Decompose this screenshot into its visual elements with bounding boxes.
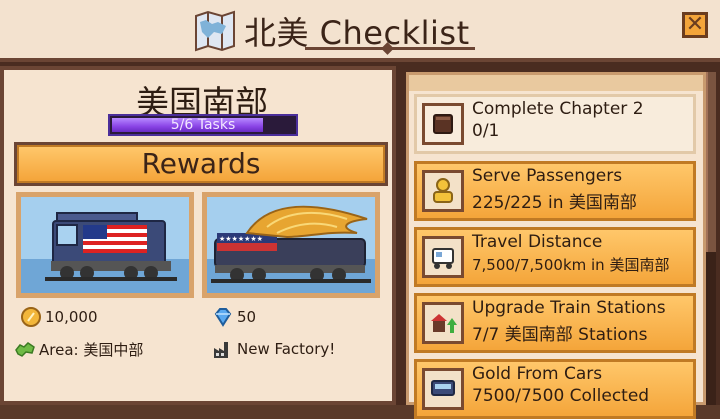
gold-amount: 10,000 — [45, 308, 98, 326]
gold-reward: 10,000 — [20, 306, 98, 328]
checklist-panel: Complete Chapter 2 0/1 Serve Passengers … — [400, 66, 720, 419]
checklist-item[interactable]: Complete Chapter 2 0/1 — [414, 94, 696, 154]
item-icon-box — [422, 103, 464, 145]
reward-card-train-1[interactable] — [16, 192, 194, 298]
item-title: Serve Passengers — [472, 166, 623, 186]
rewards-label: Rewards — [17, 145, 385, 183]
factory-label: New Factory! — [237, 340, 336, 358]
area-reward: Area: 美国中部 — [14, 338, 143, 360]
close-icon: ✕ — [685, 12, 705, 37]
factory-reward: New Factory! — [212, 338, 335, 360]
gold-car-icon — [431, 380, 455, 396]
station-upgrade-icon — [431, 314, 457, 333]
item-title: Gold From Cars — [472, 364, 603, 384]
region-reward-panel: 美国南部 5/6 Tasks Rewards ★★★★★★★ 10,000 50… — [0, 66, 396, 405]
svg-text:★★★★★★★: ★★★★★★★ — [219, 235, 263, 243]
item-icon-box — [422, 368, 464, 410]
checklist-list-header — [409, 75, 703, 91]
area-map-icon — [15, 342, 35, 357]
gem-reward: 50 — [212, 306, 256, 328]
checklist-item[interactable]: Travel Distance 7,500/7,500km in 美国南部 — [414, 227, 696, 287]
item-detail: 0/1 — [472, 121, 500, 141]
item-icon-box — [422, 302, 464, 344]
progress-label: 5/6 Tasks — [170, 117, 236, 133]
task-progress-bar: 5/6 Tasks — [108, 114, 298, 136]
item-detail: 7/7 美国南部 Stations — [472, 325, 648, 345]
item-icon-box — [422, 170, 464, 212]
factory-icon — [214, 342, 228, 358]
checklist-item[interactable]: Gold From Cars 7500/7500 Collected — [414, 359, 696, 419]
checklist-item[interactable]: Upgrade Train Stations 7/7 美国南部 Stations — [414, 293, 696, 353]
train-distance-icon — [432, 248, 454, 269]
book-icon — [433, 114, 453, 134]
map-icon — [195, 10, 235, 52]
golden-eagle-locomotive-icon: ★★★★★★★ — [211, 205, 371, 283]
checklist-item[interactable]: Serve Passengers 225/225 in 美国南部 — [414, 161, 696, 221]
passenger-icon — [433, 178, 453, 203]
checklist-screen: 北美 Checklist ✕ 美国南部 5/6 Tasks Rewards ★★… — [0, 0, 720, 419]
title-underline — [305, 47, 475, 50]
item-title: Travel Distance — [472, 232, 603, 252]
gem-amount: 50 — [237, 308, 257, 326]
item-title: Upgrade Train Stations — [472, 298, 666, 318]
close-button[interactable]: ✕ — [682, 12, 708, 38]
reward-card-train-2[interactable]: ★★★★★★★ — [202, 192, 380, 298]
rewards-header: Rewards — [14, 142, 388, 186]
gem-icon — [214, 308, 232, 327]
gold-coin-icon — [21, 307, 41, 327]
locomotive-flag-icon — [45, 212, 177, 281]
scrollbar-thumb[interactable] — [706, 72, 716, 252]
item-detail: 225/225 in 美国南部 — [472, 193, 637, 213]
item-detail: 7,500/7,500km in 美国南部 — [472, 256, 670, 274]
item-detail: 7500/7500 Collected — [472, 386, 650, 406]
item-icon-box — [422, 236, 464, 278]
area-label: Area: 美国中部 — [39, 340, 144, 359]
item-title: Complete Chapter 2 — [472, 99, 644, 119]
title-bar: 北美 Checklist ✕ — [0, 0, 720, 62]
